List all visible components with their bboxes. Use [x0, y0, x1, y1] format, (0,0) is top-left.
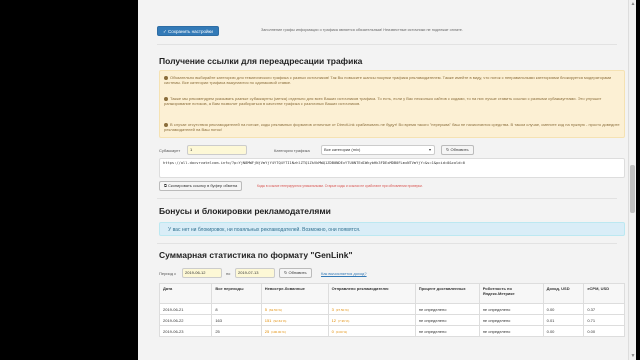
cell-sent: 12 (7.36 %)	[327, 314, 416, 326]
refresh-stats-button[interactable]: ↻ Обновить	[279, 268, 312, 278]
cell-unclaimed: 151 (92.64 %)	[260, 314, 329, 326]
bonuses-section-title: Бонусы и блокировки рекламодателями	[159, 206, 331, 216]
cell-delivered: не определено	[414, 325, 480, 337]
cell-date: 2019-06-23	[158, 325, 213, 337]
warning-note-1: Обязательно выбирайте категорию для тема…	[164, 75, 612, 85]
cell-ecpm: 0.37	[583, 303, 625, 315]
col-unclaimed[interactable]: Невостре-бованные	[260, 283, 329, 304]
refresh-link-button[interactable]: ↻ Обновить	[441, 145, 474, 155]
cell-delivered: не определено	[414, 314, 480, 326]
table-row: 2019-06-21 8 5 (62.50 %) 3 (37.50 %) не оп…	[158, 303, 625, 315]
cell-sent: 3 (37.50 %)	[327, 303, 416, 315]
period-to-label: по	[226, 271, 231, 276]
link-params-row: Субаккаунт 1 Категория трафика Все катег…	[159, 145, 625, 157]
blocks-info-box: У вас нет ни блокировок, ни поаяльных ре…	[159, 222, 625, 236]
cell-income: 0.00	[542, 303, 585, 315]
scroll-up-icon[interactable]: ▲	[629, 0, 637, 8]
cell-unclaimed: 5 (62.50 %)	[260, 303, 329, 315]
cell-income: 0.01	[542, 314, 585, 326]
divider	[157, 243, 617, 244]
table-header-row: Дата Все переходы Невостре-бованные Отпр…	[158, 283, 625, 304]
col-income[interactable]: Доход, USD	[542, 283, 585, 304]
copy-link-button[interactable]: ⧉ Скопировать ссылку в буфер обмена	[159, 181, 243, 191]
scroll-down-icon[interactable]: ▼	[629, 352, 637, 360]
cell-robots: не определено	[478, 314, 544, 326]
period-filter-row: Период с 2019-06-12 по 2019-07-13 ↻ Обно…	[159, 268, 625, 278]
cell-date: 2019-06-21	[158, 303, 213, 315]
col-date[interactable]: Дата	[158, 283, 213, 304]
col-robots[interactable]: Роботность по Яндекс.Метрике	[478, 283, 544, 304]
generated-link-field[interactable]: https://all.docvrvatelcom.info/?p=YjN8MW…	[159, 158, 625, 178]
stats-table: Дата Все переходы Невостре-бованные Отпр…	[158, 283, 625, 337]
divider	[157, 198, 617, 199]
cell-all: 8	[211, 303, 262, 315]
page-content: ✓ Сохранить настройки Заполнение графы и…	[150, 0, 625, 360]
cell-ecpm: 0.71	[583, 314, 625, 326]
divider	[157, 44, 617, 45]
copy-note: Коды в ссылке генерируются уникальными. …	[257, 184, 423, 188]
page-scrollbar[interactable]: ▲ ▼	[628, 0, 636, 360]
cell-delivered: не определено	[414, 303, 480, 315]
cell-income: 0.00	[542, 325, 585, 337]
cell-all: 163	[211, 314, 262, 326]
cell-robots: не определено	[478, 303, 544, 315]
copy-row: ⧉ Скопировать ссылку в буфер обмена Коды…	[159, 181, 625, 191]
save-settings-button[interactable]: ✓ Сохранить настройки	[157, 26, 219, 36]
category-select[interactable]: Все категории (mix) ▾	[321, 145, 435, 155]
date-from-input[interactable]: 2019-06-12	[182, 268, 222, 278]
recommendations-warning-box: Обязательно выбирайте категорию для тема…	[159, 70, 625, 138]
blocks-info-text: У вас нет ни блокировок, ни поаяльных ре…	[168, 227, 361, 233]
link-section-title: Получение ссылки для переадресации трафи…	[159, 56, 363, 66]
cell-unclaimed: 25 (100.00 %)	[260, 325, 329, 337]
col-ecpm[interactable]: eCPM, USD	[583, 283, 625, 304]
chevron-down-icon: ▾	[428, 147, 431, 152]
table-row: 2019-06-23 25 25 (100.00 %) 0 (0.00 %) не …	[158, 325, 625, 337]
income-help-link[interactable]: Как вычисляется доход?	[321, 271, 367, 276]
col-all[interactable]: Все переходы	[211, 283, 262, 304]
settings-save-row: ✓ Сохранить настройки Заполнение графы и…	[157, 26, 617, 38]
subaccount-input[interactable]: 1	[187, 145, 247, 155]
cell-robots: не определено	[478, 325, 544, 337]
col-sent[interactable]: Отправлено рекламодателю	[327, 283, 416, 304]
scrollbar-thumb[interactable]	[630, 165, 635, 213]
warning-note-3: В случае отсутствия рекламодателей на по…	[164, 122, 620, 132]
period-from-label: Период с	[159, 271, 177, 276]
save-settings-label: Сохранить настройки	[168, 29, 213, 34]
page-viewport: ✓ Сохранить настройки Заполнение графы и…	[138, 0, 628, 360]
cell-sent: 0 (0.00 %)	[327, 325, 416, 337]
stats-section-title: Суммарная статистика по формату "GenLink…	[159, 250, 353, 260]
traffic-info-note: Заполнение графы информации о трафика яв…	[261, 28, 463, 32]
subaccount-label: Субаккаунт	[159, 148, 181, 153]
col-delivered[interactable]: Процент доставленных	[414, 283, 480, 304]
cell-all: 25	[211, 325, 262, 337]
cell-ecpm: 0.00	[583, 325, 625, 337]
cell-date: 2019-06-22	[158, 314, 213, 326]
warning-note-2: Также мы рекомендуем указывать разные су…	[164, 96, 602, 106]
table-row: 2019-06-22 163 151 (92.64 %) 12 (7.36 %) н…	[158, 314, 625, 326]
date-to-input[interactable]: 2019-07-13	[235, 268, 275, 278]
category-label: Категория трафика	[274, 148, 310, 153]
